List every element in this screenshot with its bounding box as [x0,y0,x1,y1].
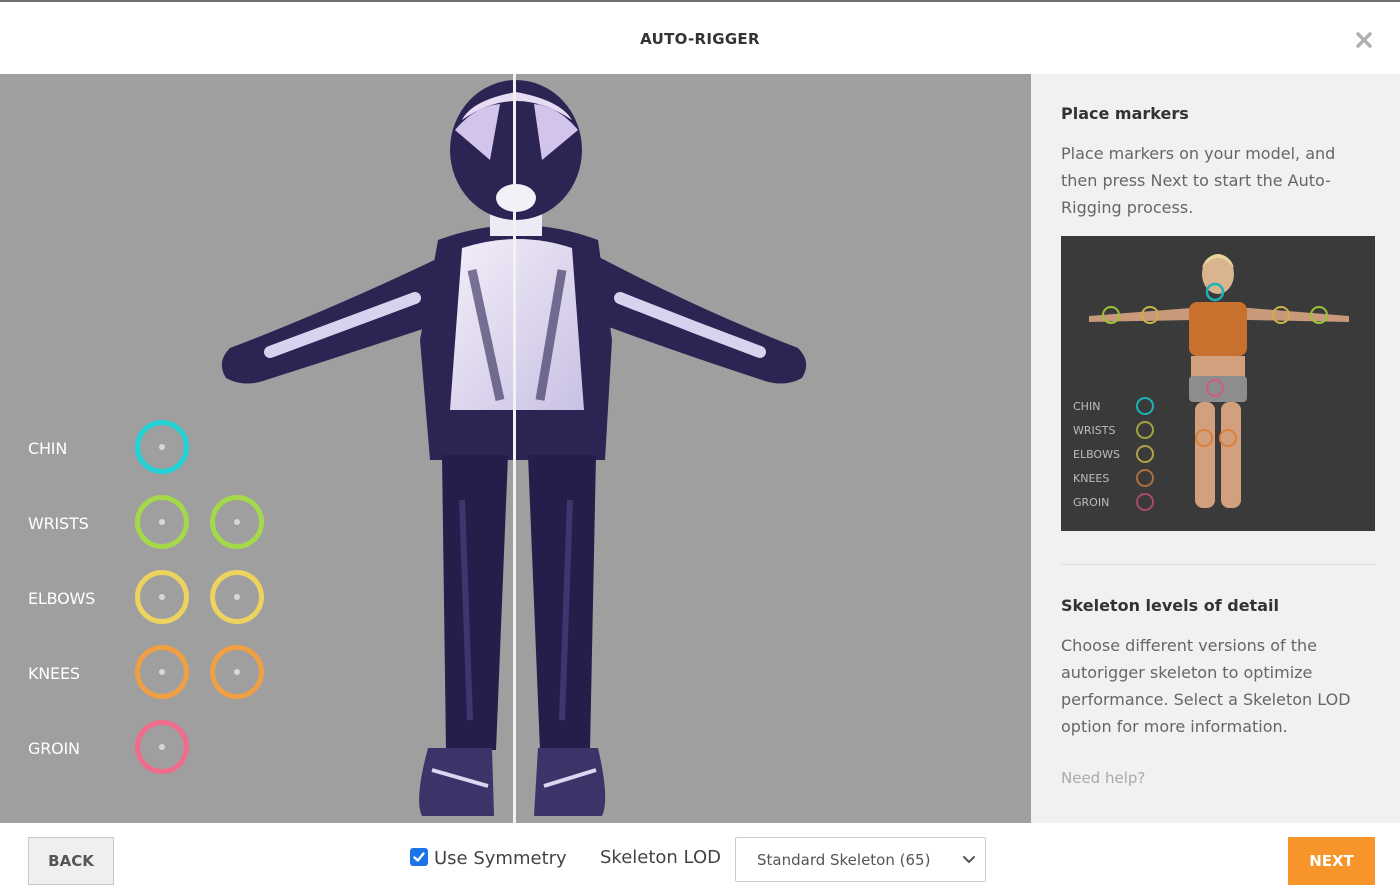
preview-label-groin: GROIN [1073,496,1110,509]
preview-label-elbows: ELBOWS [1073,448,1120,461]
skeleton-lod-text: Choose different versions of the autorig… [1061,636,1351,736]
preview-label-knees: KNEES [1073,472,1110,485]
preview-ring-groin [1136,493,1154,511]
marker-dot [159,594,165,600]
wrist-marker-left[interactable] [135,495,189,549]
preview-ring-chin [1136,397,1154,415]
knee-marker-left[interactable] [135,645,189,699]
chin-label: CHIN [28,439,68,458]
close-button[interactable] [1350,26,1378,54]
wrists-label: WRISTS [28,514,89,533]
marker-preview-image: CHIN WRISTS ELBOWS KNEES GROIN [1061,236,1375,531]
marker-dot [234,594,240,600]
preview-ring-elbows [1136,445,1154,463]
skeleton-lod-value: Standard Skeleton (65) [757,851,931,869]
chin-marker[interactable] [135,420,189,474]
groin-label: GROIN [28,739,80,758]
back-button[interactable]: BACK [28,837,114,885]
marker-dot [234,519,240,525]
close-icon [1356,32,1372,48]
preview-ring-knees [1136,469,1154,487]
marker-dot [234,669,240,675]
groin-marker[interactable] [135,720,189,774]
marker-dot [159,519,165,525]
preview-ring-wrists [1136,421,1154,439]
elbow-marker-right[interactable] [210,570,264,624]
dialog-footer: BACK Use Symmetry Skeleton LOD Standard … [0,823,1400,893]
preview-label-wrists: WRISTS [1073,424,1116,437]
dialog-header: AUTO-RIGGER [0,2,1400,74]
skeleton-lod-heading: Skeleton levels of detail [1061,596,1279,615]
panel-divider [1061,564,1375,565]
skeleton-lod-label: Skeleton LOD [600,847,721,868]
next-button[interactable]: NEXT [1288,837,1375,885]
need-help-link[interactable]: Need help? [1061,769,1145,787]
instructions-panel: Place markers Place markers on your mode… [1031,74,1400,823]
dialog-title: AUTO-RIGGER [640,30,760,48]
checkmark-icon [413,852,425,862]
use-symmetry-label[interactable]: Use Symmetry [434,848,567,869]
symmetry-line [513,74,516,823]
preview-figure [1089,254,1349,508]
place-markers-text: Place markers on your model, and then pr… [1061,144,1336,217]
marker-dot [159,744,165,750]
knee-marker-right[interactable] [210,645,264,699]
place-markers-heading: Place markers [1061,104,1189,123]
elbow-marker-left[interactable] [135,570,189,624]
preview-label-chin: CHIN [1073,400,1101,413]
marker-dot [159,669,165,675]
wrist-marker-right[interactable] [210,495,264,549]
use-symmetry-checkbox[interactable] [410,848,428,866]
chevron-down-icon [963,856,975,864]
marker-dot [159,444,165,450]
knees-label: KNEES [28,664,80,683]
elbows-label: ELBOWS [28,589,96,608]
model-viewport[interactable]: CHIN WRISTS ELBOWS KNEES GROIN [0,74,1031,823]
skeleton-lod-select[interactable]: Standard Skeleton (65) [735,837,986,882]
